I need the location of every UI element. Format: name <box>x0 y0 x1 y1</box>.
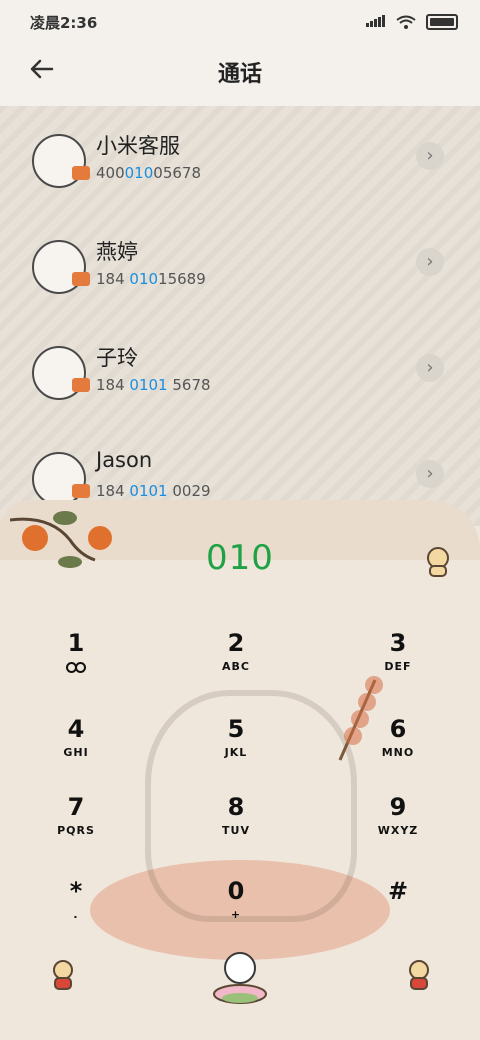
contact-row[interactable]: 燕婷 184 01015689 › <box>0 212 480 318</box>
battery-icon <box>426 13 458 30</box>
chevron-right-icon[interactable]: › <box>416 354 444 382</box>
contact-row[interactable]: 小米客服 40001005678 › <box>0 106 480 212</box>
status-icons <box>366 12 458 31</box>
avatar <box>32 134 90 188</box>
signal-icon <box>366 12 386 31</box>
key-9[interactable]: 9 WXYZ <box>343 792 453 872</box>
page-title: 通话 <box>217 62 262 87</box>
status-time: 凌晨2:36 <box>30 14 98 32</box>
avatar <box>32 240 90 294</box>
key-8[interactable]: 8 TUV <box>181 792 291 872</box>
collapse-dialpad-button[interactable] <box>48 958 78 992</box>
call-button[interactable] <box>205 946 275 1006</box>
contact-name: 小米客服 <box>96 134 180 158</box>
contact-row[interactable]: 子玲 184 0101 5678 › <box>0 318 480 424</box>
status-bar: 凌晨2:36 <box>0 0 480 44</box>
key-5[interactable]: 5 JKL <box>181 714 291 794</box>
menu-button[interactable] <box>404 958 434 992</box>
wifi-icon <box>396 15 416 29</box>
key-4[interactable]: 4 GHI <box>21 714 131 794</box>
voicemail-icon <box>66 662 86 673</box>
contact-name: Jason <box>96 448 153 472</box>
chevron-right-icon[interactable]: › <box>416 248 444 276</box>
contact-number: 184 01015689 <box>96 270 206 288</box>
chevron-right-icon[interactable]: › <box>416 460 444 488</box>
key-6[interactable]: 6 MNO <box>343 714 453 794</box>
avatar <box>32 452 90 506</box>
dialed-number: 010 <box>206 538 274 578</box>
contact-number: 40001005678 <box>96 164 201 182</box>
contact-name: 子玲 <box>96 346 138 370</box>
dialer-actions <box>0 940 480 1040</box>
app-header: 通话 <box>0 44 480 106</box>
avatar <box>32 346 90 400</box>
key-1[interactable]: 1 <box>21 628 131 708</box>
key-7[interactable]: 7 PQRS <box>21 792 131 872</box>
contact-number: 184 0101 5678 <box>96 376 211 394</box>
contact-name: 燕婷 <box>96 240 138 264</box>
key-3[interactable]: 3 DEF <box>343 628 453 708</box>
chevron-right-icon[interactable]: › <box>416 142 444 170</box>
contact-number: 184 0101 0029 <box>96 482 211 500</box>
key-2[interactable]: 2 ABC <box>181 628 291 708</box>
